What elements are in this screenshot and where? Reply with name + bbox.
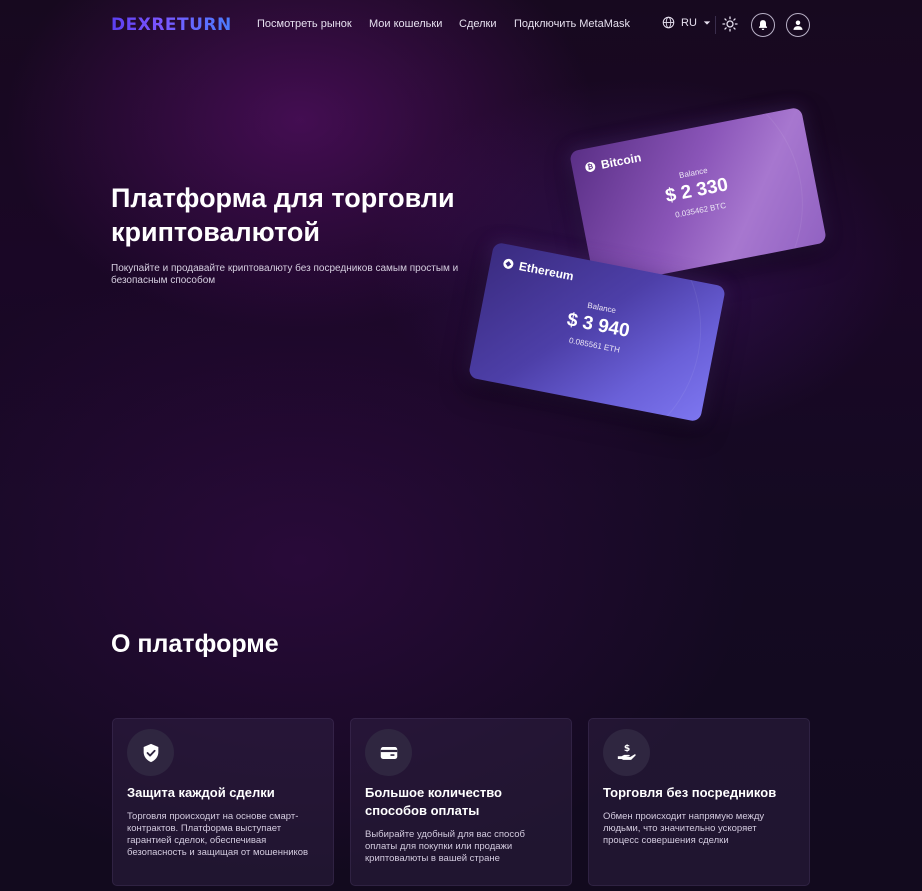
feature-text: Торговля происходит на основе смарт-конт…	[127, 811, 309, 858]
ethereum-crypto-amount: 0.085561 ETH	[568, 335, 621, 355]
language-label: RU	[681, 16, 697, 29]
globe-icon	[662, 16, 675, 29]
hero-title-line2: криптовалютой	[111, 217, 321, 247]
hero-title: Платформа для торговли криптовалютой	[111, 181, 511, 249]
feature-title: Защита каждой сделки	[127, 785, 275, 800]
ethereum-card-header: ◆ Ethereum	[502, 256, 575, 283]
hero-subtitle: Покупайте и продавайте криптовалюту без …	[111, 263, 459, 286]
bitcoin-balance-label: Balance	[678, 165, 709, 181]
profile-button[interactable]	[786, 13, 810, 37]
hand-dollar-icon: $	[617, 743, 636, 760]
feature-card-p2p: $ Торговля без посредников Обмен происхо…	[588, 718, 810, 886]
feature-title: Большое количество способов оплаты	[365, 785, 502, 818]
language-selector[interactable]: RU	[662, 16, 711, 29]
bitcoin-card-name: Bitcoin	[599, 150, 643, 172]
hero-title-line1: Платформа для торговли	[111, 183, 455, 213]
feature-card-security: Защита каждой сделки Торговля происходит…	[112, 718, 334, 886]
feature-icon-wrap	[127, 729, 174, 776]
ethereum-icon: ◆	[502, 257, 515, 270]
bitcoin-crypto-amount: 0.035462 BTC	[674, 200, 727, 220]
feature-text: Выбирайте удобный для вас способ оплаты …	[365, 829, 525, 864]
chevron-down-icon	[703, 20, 711, 25]
nav-deals-link[interactable]: Сделки	[459, 18, 497, 30]
bitcoin-balance-amount: $ 2 330	[663, 174, 730, 207]
feature-text: Обмен происходит напрямую между людьми, …	[603, 811, 765, 846]
nav-wallets-link[interactable]: Мои кошельки	[369, 18, 442, 30]
shield-check-icon	[143, 743, 158, 762]
bitcoin-icon: ₿	[584, 161, 597, 173]
notifications-button[interactable]	[751, 13, 775, 37]
bitcoin-card-header: ₿ Bitcoin	[584, 150, 642, 175]
feature-icon-wrap: $	[603, 729, 650, 776]
nav-metamask-link[interactable]: Подключить MetaMask	[514, 18, 630, 30]
ethereum-balance-amount: $ 3 940	[565, 309, 632, 342]
feature-card-payments: Большое количество способов оплаты Выбир…	[350, 718, 572, 886]
bell-icon	[758, 20, 768, 31]
header: DEXRETURN Посмотреть рынок Мои кошельки …	[0, 0, 922, 50]
logo[interactable]: DEXRETURN	[111, 15, 232, 35]
ethereum-card-name: Ethereum	[517, 259, 575, 284]
ethereum-balance-label: Balance	[586, 300, 617, 316]
credit-card-icon	[380, 746, 397, 759]
theme-toggle-sun-icon[interactable]	[722, 16, 738, 32]
svg-text:$: $	[623, 743, 629, 754]
nav-market-link[interactable]: Посмотреть рынок	[257, 18, 352, 30]
feature-title: Торговля без посредников	[603, 785, 777, 800]
user-icon	[793, 20, 803, 30]
header-divider	[715, 16, 716, 34]
about-section-title: О платформе	[111, 630, 279, 658]
feature-icon-wrap	[365, 729, 412, 776]
